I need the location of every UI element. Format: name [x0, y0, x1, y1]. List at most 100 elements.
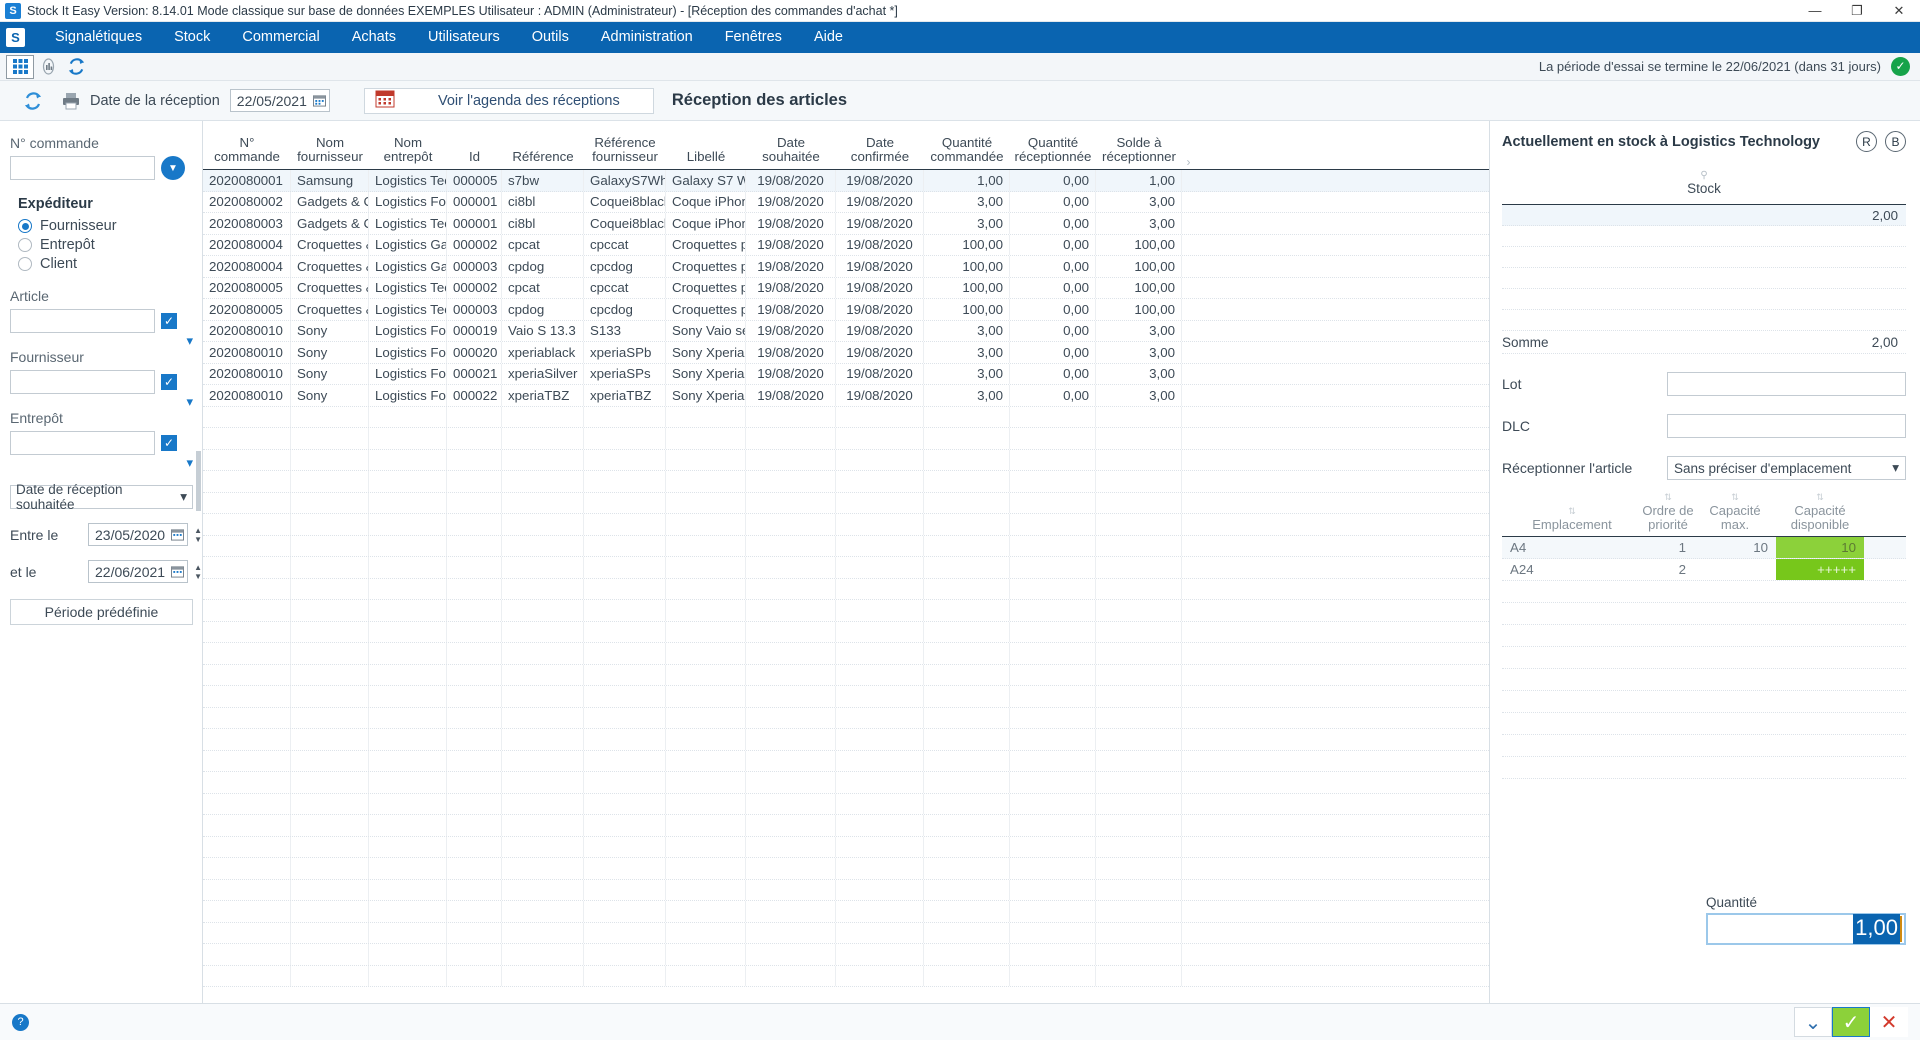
radio-client[interactable]: Client: [18, 256, 202, 272]
entrepot-chevron-down-icon[interactable]: ▾: [10, 455, 193, 471]
close-button[interactable]: ✕: [1878, 0, 1920, 21]
grid-column-header[interactable]: ⌕ ⇅Quantité réceptionnée: [1010, 136, 1096, 169]
emplacement-column-header[interactable]: ⇅ Emplacement: [1502, 506, 1642, 532]
stock-row[interactable]: [1502, 268, 1906, 289]
fournisseur-chevron-down-icon[interactable]: ▾: [10, 394, 193, 410]
menu-item-administration[interactable]: Administration: [585, 22, 709, 53]
agenda-button[interactable]: Voir l'agenda des réceptions: [363, 87, 654, 114]
grid-column-header[interactable]: ▼ ⇅Id: [447, 150, 502, 169]
article-chevron-down-icon[interactable]: ▾: [10, 333, 193, 349]
emplacement-column-header[interactable]: ⇅ Ordre de priorité: [1642, 492, 1694, 532]
grid-column-header[interactable]: ▼ ⇅Référence: [502, 150, 584, 169]
dlc-row: DLC: [1502, 414, 1906, 438]
menu-item-stock[interactable]: Stock: [158, 22, 226, 53]
table-cell: Sony Xperia SP: [666, 363, 746, 384]
grid-column-header[interactable]: ▼ ⇅Nom entrepôt: [369, 136, 447, 169]
grid-column-header[interactable]: ⌕ ⇅Solde à réceptionner: [1096, 136, 1182, 169]
grid-column-header[interactable]: ▼ ⇅Nom fournisseur: [291, 136, 369, 169]
sort-icon[interactable]: ⇅: [1694, 490, 1776, 504]
stock-row[interactable]: [1502, 226, 1906, 247]
reload-icon[interactable]: [14, 91, 52, 111]
grid-column-header[interactable]: ⌕ ⇅Date souhaitée: [746, 136, 836, 169]
emplacement-column-header[interactable]: ⇅ Capacité max.: [1694, 492, 1776, 532]
table-row[interactable]: 2020080001SamsungLogistics Techn000005s7…: [203, 170, 1489, 192]
article-checkbox[interactable]: ✓: [161, 313, 177, 329]
fournisseur-input[interactable]: [10, 370, 155, 394]
between-date-stepper[interactable]: ▲ ▼: [194, 526, 202, 544]
table-row[interactable]: 2020080005Croquettes & CLogistics Techn0…: [203, 299, 1489, 321]
sort-icon[interactable]: ⇅: [1502, 504, 1642, 518]
date-mode-select[interactable]: Date de réception souhaitée ▾: [10, 482, 193, 512]
radio-fournisseur[interactable]: Fournisseur: [18, 218, 202, 234]
emplacement-row[interactable]: A4 1 10 10: [1502, 537, 1906, 559]
table-row[interactable]: 2020080010SonyLogistics Food000022xperia…: [203, 385, 1489, 407]
order-no-label: N° commande: [10, 135, 99, 151]
dropdown-button[interactable]: ⌄: [1794, 1007, 1832, 1037]
and-date-input[interactable]: 22/06/2021: [88, 560, 189, 583]
and-date-stepper[interactable]: ▲ ▼: [194, 563, 202, 581]
emplacement-row[interactable]: A24 2 +++++: [1502, 559, 1906, 581]
grid-expand-icon[interactable]: ›: [1182, 155, 1195, 169]
maximize-button[interactable]: ❐: [1836, 0, 1878, 21]
table-row[interactable]: 2020080010SonyLogistics Food000021xperia…: [203, 363, 1489, 385]
order-no-input[interactable]: [10, 156, 155, 180]
table-row[interactable]: 2020080005Croquettes & CLogistics Techn0…: [203, 277, 1489, 299]
table-cell: [447, 471, 502, 492]
minimize-button[interactable]: —: [1794, 0, 1836, 21]
table-cell: [291, 514, 369, 535]
table-row[interactable]: 2020080004Croquettes & CLogistics Gadg00…: [203, 234, 1489, 256]
sort-icon[interactable]: ⇅: [1776, 490, 1864, 504]
receive-select[interactable]: Sans préciser d'emplacement ▾: [1667, 456, 1906, 480]
trial-ok-icon[interactable]: ✓: [1891, 57, 1910, 76]
menu-item-utilisateurs[interactable]: Utilisateurs: [412, 22, 516, 53]
fournisseur-checkbox[interactable]: ✓: [161, 374, 177, 390]
reports-icon[interactable]: [34, 55, 62, 79]
entrepot-input[interactable]: [10, 431, 155, 455]
table-row[interactable]: 2020080010SonyLogistics Food000020xperia…: [203, 342, 1489, 364]
print-icon[interactable]: [52, 92, 90, 110]
grid-column-header[interactable]: ▼ ⇅Référence fournisseur: [584, 136, 666, 169]
confirm-button[interactable]: ✓: [1832, 1007, 1870, 1037]
menu-item-achats[interactable]: Achats: [336, 22, 412, 53]
refresh-icon[interactable]: [62, 55, 90, 79]
table-row[interactable]: 2020080004Croquettes & CLogistics Gadg00…: [203, 256, 1489, 278]
modules-grid-icon[interactable]: [6, 54, 34, 79]
menu-item-aide[interactable]: Aide: [798, 22, 859, 53]
reception-date-input[interactable]: 22/05/2021: [229, 89, 330, 112]
stock-column-header[interactable]: ⚲ Stock: [1502, 170, 1906, 196]
menu-item-fenetres[interactable]: Fenêtres: [709, 22, 798, 53]
table-row[interactable]: 2020080003Gadgets & CoLogistics Techn000…: [203, 213, 1489, 235]
cancel-button[interactable]: ✕: [1870, 1007, 1908, 1037]
grid-column-header[interactable]: ⌕ ⇅Date confirmée: [836, 136, 924, 169]
grid-column-header[interactable]: ▼ ⇅N° commande: [203, 136, 291, 169]
quantity-input[interactable]: 1,00: [1706, 913, 1906, 945]
table-row[interactable]: 2020080010SonyLogistics Food000019Vaio S…: [203, 320, 1489, 342]
grid-column-header[interactable]: ▼ ⇅Libellé: [666, 150, 746, 169]
table-row[interactable]: 2020080002Gadgets & CoLogistics Food0000…: [203, 191, 1489, 213]
stock-row[interactable]: [1502, 310, 1906, 331]
lot-input[interactable]: [1667, 372, 1906, 396]
entrepot-checkbox[interactable]: ✓: [161, 435, 177, 451]
stock-row[interactable]: 2,00: [1502, 205, 1906, 226]
article-input[interactable]: [10, 309, 155, 333]
radio-entrepot[interactable]: Entrepôt: [18, 237, 202, 253]
stock-row[interactable]: [1502, 289, 1906, 310]
menu-item-commercial[interactable]: Commercial: [226, 22, 335, 53]
menu-item-signaletiques[interactable]: Signalétiques: [39, 22, 158, 53]
dlc-input[interactable]: [1667, 414, 1906, 438]
between-date-input[interactable]: 23/05/2020: [88, 523, 189, 546]
stock-row[interactable]: [1502, 247, 1906, 268]
table-cell: 0,00: [1010, 277, 1096, 298]
help-icon[interactable]: ?: [12, 1013, 29, 1031]
table-cell: [666, 449, 746, 470]
grid-column-header[interactable]: ⌕ ⇅Quantité commandée: [924, 136, 1010, 169]
order-no-dropdown-icon[interactable]: ▼: [161, 156, 185, 180]
predefined-period-button[interactable]: Période prédéfinie: [10, 599, 193, 625]
sort-icon[interactable]: ⇅: [1642, 490, 1694, 504]
table-cell: 3,00: [1096, 191, 1182, 212]
filter-scrollbar-thumb[interactable]: [196, 451, 201, 511]
button-b[interactable]: B: [1885, 131, 1906, 152]
button-r[interactable]: R: [1856, 131, 1877, 152]
menu-item-outils[interactable]: Outils: [516, 22, 585, 53]
emplacement-column-header[interactable]: ⇅ Capacité disponible: [1776, 492, 1864, 532]
